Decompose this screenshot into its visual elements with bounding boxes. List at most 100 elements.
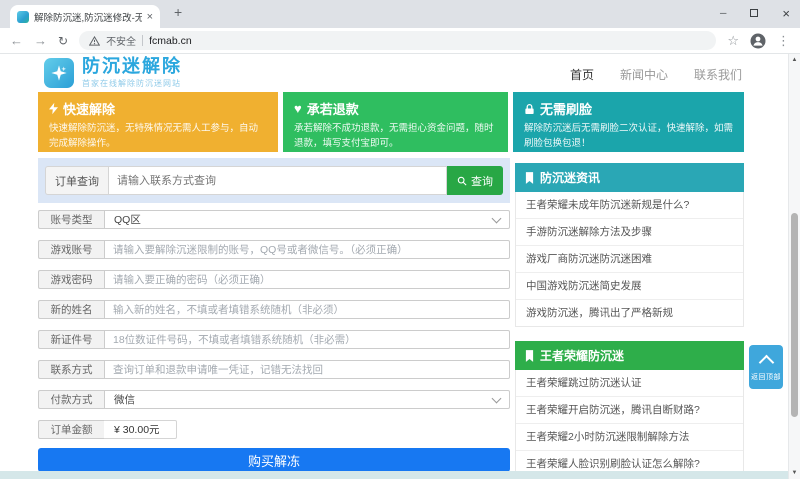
new-id-number-input[interactable] [104, 330, 510, 349]
site-tagline: 首家在线解除防沉迷网站 [82, 78, 182, 89]
form-row-game-account: 游戏账号 [38, 240, 510, 259]
account-type-select[interactable]: QQ区 [104, 210, 510, 229]
feature-title: 无需刷脸 [524, 99, 733, 118]
payment-method-select[interactable]: 微信 [104, 390, 510, 409]
chevron-down-icon [492, 393, 502, 403]
contact-input[interactable] [104, 360, 510, 379]
order-query-input[interactable] [108, 166, 447, 195]
bookmark-star-icon[interactable]: ☆ [727, 34, 739, 47]
profile-avatar[interactable] [750, 33, 766, 49]
menu-icon[interactable]: ⋮ [777, 34, 790, 47]
panel-body: 王者荣耀未成年防沉迷新规是什么? 手游防沉迷解除方法及步骤 游戏厂商防沉迷防沉迷… [515, 192, 744, 327]
news-link[interactable]: 王者荣耀2小时防沉迷限制解除方法 [516, 424, 743, 451]
feature-refund-promise: ♥ 承若退款 承若解除不成功退款，无需担心资金问题，随时退款，填写支付宝即可。 [283, 92, 508, 152]
feature-fast-unlock: 快速解除 快速解除防沉迷，无特殊情况无需人工参与，自动完成解除操作。 [38, 92, 278, 152]
nav-item-home[interactable]: 首页 [570, 66, 594, 83]
form-row-game-password: 游戏密码 [38, 270, 510, 289]
field-label: 新的姓名 [38, 300, 104, 319]
order-query-bar: 订单查询 查询 [38, 158, 510, 203]
security-label: 不安全 [106, 33, 136, 48]
reload-icon[interactable]: ↻ [58, 34, 68, 48]
browser-toolbar: ← → ↻ 不安全 fcmab.cn ☆ ⋮ [0, 28, 800, 54]
order-query-label: 订单查询 [45, 166, 108, 195]
new-tab-button[interactable]: + [174, 4, 182, 20]
form-row-new-name: 新的姓名 [38, 300, 510, 319]
url-text: fcmab.cn [149, 35, 192, 47]
address-bar[interactable]: 不安全 fcmab.cn [79, 31, 716, 50]
top-navigation: 首页 新闻中心 联系我们 [570, 66, 742, 83]
search-icon [457, 176, 467, 186]
heart-icon: ♥ [294, 101, 302, 116]
order-query-button[interactable]: 查询 [447, 166, 503, 195]
nav-item-contact[interactable]: 联系我们 [694, 66, 742, 83]
field-label: 付款方式 [38, 390, 104, 409]
site-favicon [17, 11, 29, 23]
chevron-down-icon [492, 213, 502, 223]
field-label: 游戏密码 [38, 270, 104, 289]
lightning-icon [49, 102, 58, 115]
page-bottom-strip [0, 471, 788, 479]
site-logo[interactable]: 防沉迷解除 首家在线解除防沉迷网站 [44, 57, 182, 89]
game-account-input[interactable] [104, 240, 510, 259]
browser-window: 解除防沉迷,防沉迷修改-无需二... × + ─ × ← → ↻ 不安全 fcm… [0, 0, 800, 479]
chevron-up-icon [758, 354, 774, 370]
back-icon[interactable]: ← [10, 34, 23, 47]
panel-header-anti-addiction-news: 防沉迷资讯 [515, 163, 744, 192]
field-label: 游戏账号 [38, 240, 104, 259]
buy-unfreeze-button[interactable]: 购买解冻 [38, 448, 510, 472]
window-close-button[interactable]: × [782, 6, 790, 21]
logo-star-icon [44, 58, 74, 88]
field-label: 新证件号 [38, 330, 104, 349]
unlock-form: 账号类型 QQ区 游戏账号 游戏密码 新的姓名 新证件号 [38, 210, 510, 472]
news-link[interactable]: 手游防沉迷解除方法及步骤 [516, 219, 743, 246]
feature-title: ♥ 承若退款 [294, 99, 497, 118]
news-link[interactable]: 中国游戏防沉迷简史发展 [516, 273, 743, 300]
form-row-contact: 联系方式 [38, 360, 510, 379]
news-sidebar: 防沉迷资讯 王者荣耀未成年防沉迷新规是什么? 手游防沉迷解除方法及步骤 游戏厂商… [515, 163, 744, 478]
news-link[interactable]: 王者荣耀开启防沉迷，腾讯自断财路? [516, 397, 743, 424]
bookmark-icon [525, 172, 534, 184]
order-amount-value: ¥ 30.00元 [104, 420, 177, 439]
scroll-down-arrow[interactable]: ▼ [789, 467, 800, 479]
browser-tab[interactable]: 解除防沉迷,防沉迷修改-无需二... × [10, 5, 160, 28]
game-password-input[interactable] [104, 270, 510, 289]
bookmark-icon [525, 350, 534, 362]
warning-icon [89, 36, 100, 46]
back-to-top-label: 返回顶部 [751, 372, 781, 382]
form-row-account-type: 账号类型 QQ区 [38, 210, 510, 229]
news-link[interactable]: 王者荣耀未成年防沉迷新规是什么? [516, 192, 743, 219]
site-name: 防沉迷解除 [82, 57, 182, 77]
page-scrollbar[interactable]: ▲ ▼ [788, 54, 800, 479]
field-label: 订单金额 [38, 420, 104, 439]
scrollbar-thumb[interactable] [791, 213, 798, 417]
feature-desc: 解除防沉迷后无需刷脸二次认证，快速解除，如需刷脸包换包退！ [524, 122, 733, 151]
feature-desc: 承若解除不成功退款，无需担心资金问题，随时退款，填写支付宝即可。 [294, 122, 497, 151]
feature-no-face-check: 无需刷脸 解除防沉迷后无需刷脸二次认证，快速解除，如需刷脸包换包退！ [513, 92, 744, 152]
panel-header-honor-of-kings: 王者荣耀防沉迷 [515, 341, 744, 370]
form-row-payment-method: 付款方式 微信 [38, 390, 510, 409]
forward-icon[interactable]: → [34, 34, 47, 47]
form-row-new-id-number: 新证件号 [38, 330, 510, 349]
lock-icon [524, 103, 535, 115]
field-label: 账号类型 [38, 210, 104, 229]
back-to-top-button[interactable]: 返回顶部 [749, 345, 783, 389]
new-name-input[interactable] [104, 300, 510, 319]
site-header: 防沉迷解除 首家在线解除防沉迷网站 首页 新闻中心 联系我们 [0, 54, 800, 92]
nav-item-news[interactable]: 新闻中心 [620, 66, 668, 83]
feature-banners: 快速解除 快速解除防沉迷，无特殊情况无需人工参与，自动完成解除操作。 ♥ 承若退… [38, 92, 744, 152]
news-link[interactable]: 王者荣耀跳过防沉迷认证 [516, 370, 743, 397]
tab-close-icon[interactable]: × [147, 11, 153, 23]
window-controls: ─ × [720, 0, 790, 26]
scroll-up-arrow[interactable]: ▲ [789, 54, 800, 66]
minimize-button[interactable]: ─ [720, 8, 726, 18]
tab-title: 解除防沉迷,防沉迷修改-无需二... [34, 10, 142, 24]
news-link[interactable]: 游戏防沉迷，腾讯出了严格新规 [516, 300, 743, 326]
field-label: 联系方式 [38, 360, 104, 379]
browser-tab-bar: 解除防沉迷,防沉迷修改-无需二... × + ─ × [0, 0, 800, 28]
feature-desc: 快速解除防沉迷，无特殊情况无需人工参与，自动完成解除操作。 [49, 122, 267, 151]
restore-button[interactable] [750, 9, 758, 17]
news-link[interactable]: 游戏厂商防沉迷防沉迷困难 [516, 246, 743, 273]
order-amount-row: 订单金额 ¥ 30.00元 [38, 420, 177, 439]
page-content: 防沉迷解除 首家在线解除防沉迷网站 首页 新闻中心 联系我们 快速解除 快速解除… [0, 54, 800, 479]
panel-body: 王者荣耀跳过防沉迷认证 王者荣耀开启防沉迷，腾讯自断财路? 王者荣耀2小时防沉迷… [515, 370, 744, 478]
